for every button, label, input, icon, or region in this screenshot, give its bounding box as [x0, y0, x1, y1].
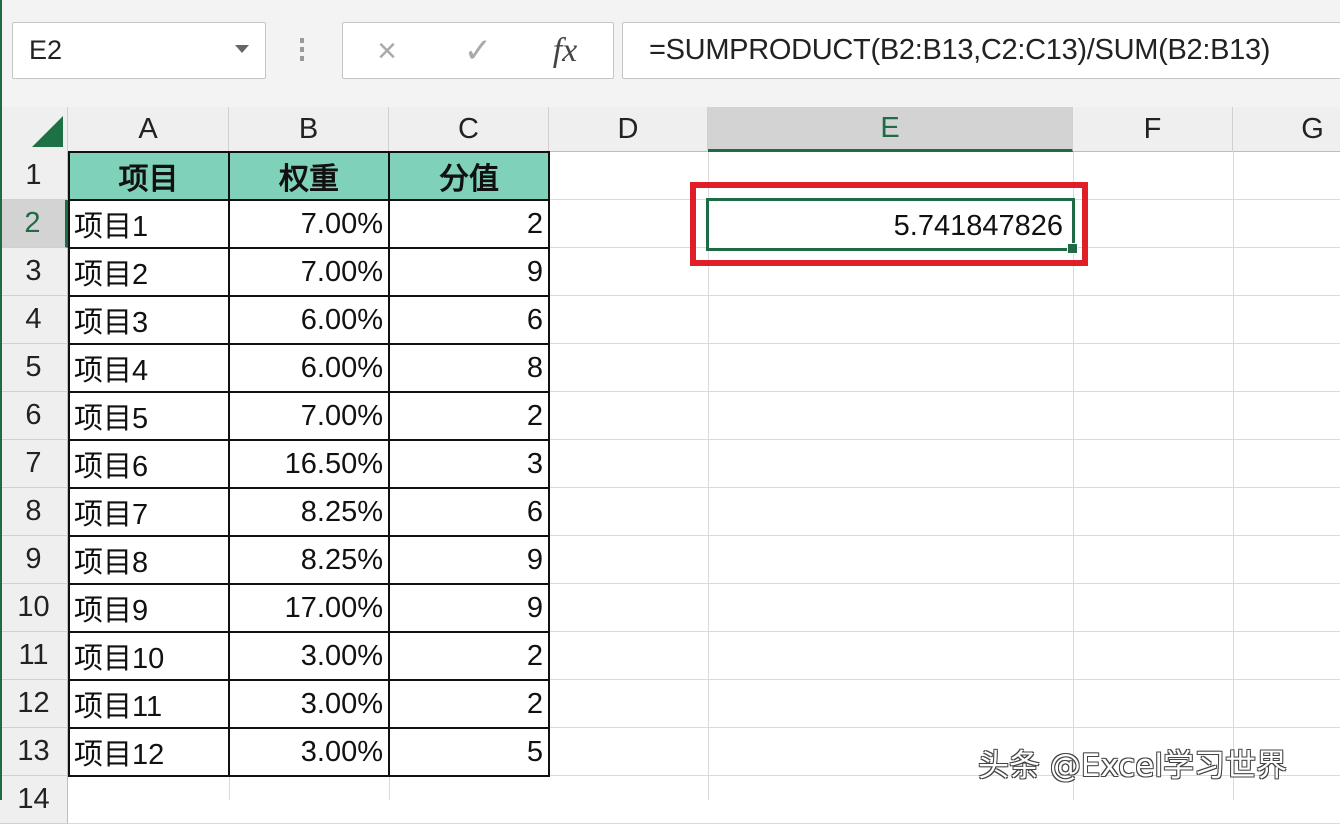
weight-cell[interactable]: 6.00% [229, 344, 389, 392]
table-border [68, 199, 550, 201]
row-header-8[interactable]: 8 [0, 488, 68, 536]
weight-cell[interactable]: 7.00% [229, 200, 389, 248]
row-header-2[interactable]: 2 [0, 200, 68, 248]
active-cell-value: 5.741847826 [893, 210, 1063, 242]
table-border [68, 151, 550, 153]
weight-cell[interactable]: 7.00% [229, 392, 389, 440]
weight-cell[interactable]: 3.00% [229, 680, 389, 728]
column-header-f[interactable]: F [1073, 107, 1233, 152]
formula-buttons: × ✓ fx [342, 22, 614, 79]
row-header-9[interactable]: 9 [0, 536, 68, 584]
score-cell[interactable]: 2 [389, 392, 549, 440]
column-header-b[interactable]: B [229, 107, 389, 152]
table-border [68, 727, 550, 729]
item-cell[interactable]: 项目10 [68, 632, 229, 680]
item-cell[interactable]: 项目7 [68, 488, 229, 536]
row-header-1[interactable]: 1 [0, 152, 68, 200]
item-cell[interactable]: 项目11 [68, 680, 229, 728]
weight-cell[interactable]: 8.25% [229, 536, 389, 584]
score-cell[interactable]: 2 [389, 680, 549, 728]
row-header-10[interactable]: 10 [0, 584, 68, 632]
row-header-6[interactable]: 6 [0, 392, 68, 440]
score-cell[interactable]: 6 [389, 296, 549, 344]
table-border [68, 775, 550, 777]
row-header-5[interactable]: 5 [0, 344, 68, 392]
active-cell-e2[interactable]: 5.741847826 [706, 198, 1078, 254]
table-border [388, 152, 390, 777]
table-border [228, 152, 230, 777]
check-icon[interactable]: ✓ [458, 31, 498, 71]
row-header-7[interactable]: 7 [0, 440, 68, 488]
column-header-c[interactable]: C [389, 107, 549, 152]
item-cell[interactable]: 项目12 [68, 728, 229, 776]
item-cell[interactable]: 项目1 [68, 200, 229, 248]
score-cell[interactable]: 9 [389, 584, 549, 632]
table-border [68, 295, 550, 297]
score-cell[interactable]: 8 [389, 344, 549, 392]
weight-cell[interactable]: 17.00% [229, 584, 389, 632]
cancel-icon[interactable]: × [367, 31, 407, 71]
formula-bar-area: E2 × ✓ fx =SUMPRODUCT(B2:B13,C2:C13)/SUM… [0, 0, 1340, 107]
item-cell[interactable]: 项目5 [68, 392, 229, 440]
name-box[interactable]: E2 [12, 22, 266, 79]
table-border [68, 247, 550, 249]
item-cell[interactable]: 项目3 [68, 296, 229, 344]
table-border [68, 631, 550, 633]
name-box-value: E2 [29, 35, 63, 65]
select-all-triangle-icon [32, 116, 63, 147]
table-header-cell[interactable]: 分值 [389, 152, 549, 200]
score-cell[interactable]: 5 [389, 728, 549, 776]
item-cell[interactable]: 项目2 [68, 248, 229, 296]
weight-cell[interactable]: 7.00% [229, 248, 389, 296]
insert-function-icon[interactable]: fx [545, 31, 585, 71]
formula-text: =SUMPRODUCT(B2:B13,C2:C13)/SUM(B2:B13) [649, 34, 1271, 66]
row-header-3[interactable]: 3 [0, 248, 68, 296]
table-border [68, 152, 70, 777]
score-cell[interactable]: 3 [389, 440, 549, 488]
table-border [68, 343, 550, 345]
item-cell[interactable]: 项目4 [68, 344, 229, 392]
row-header-4[interactable]: 4 [0, 296, 68, 344]
table-border [68, 535, 550, 537]
column-header-d[interactable]: D [549, 107, 708, 152]
drag-grip-icon[interactable] [300, 38, 305, 64]
item-cell[interactable]: 项目6 [68, 440, 229, 488]
item-cell[interactable]: 项目8 [68, 536, 229, 584]
column-header-a[interactable]: A [68, 107, 229, 152]
fill-handle[interactable] [1067, 243, 1078, 254]
row-header-13[interactable]: 13 [0, 728, 68, 776]
weight-cell[interactable]: 16.50% [229, 440, 389, 488]
row-header-14[interactable]: 14 [0, 776, 68, 824]
weight-cell[interactable]: 8.25% [229, 488, 389, 536]
table-border [68, 679, 550, 681]
table-border [68, 487, 550, 489]
weight-cell[interactable]: 6.00% [229, 296, 389, 344]
gridline [1233, 152, 1234, 800]
weight-cell[interactable]: 3.00% [229, 728, 389, 776]
table-border [68, 583, 550, 585]
score-cell[interactable]: 9 [389, 248, 549, 296]
watermark: 头条 @Excel学习世界 [978, 748, 1287, 784]
table-border [68, 391, 550, 393]
row-header-12[interactable]: 12 [0, 680, 68, 728]
formula-input[interactable]: =SUMPRODUCT(B2:B13,C2:C13)/SUM(B2:B13) [622, 22, 1340, 79]
score-cell[interactable]: 2 [389, 200, 549, 248]
column-header-e[interactable]: E [708, 107, 1073, 152]
table-border [68, 439, 550, 441]
table-header-cell[interactable]: 权重 [229, 152, 389, 200]
score-cell[interactable]: 6 [389, 488, 549, 536]
window-left-edge [0, 0, 2, 800]
dropdown-arrow-icon[interactable] [235, 45, 249, 53]
column-header-g[interactable]: G [1233, 107, 1340, 152]
score-cell[interactable]: 9 [389, 536, 549, 584]
weight-cell[interactable]: 3.00% [229, 632, 389, 680]
score-cell[interactable]: 2 [389, 632, 549, 680]
table-border [548, 152, 550, 777]
item-cell[interactable]: 项目9 [68, 584, 229, 632]
table-header-cell[interactable]: 项目 [68, 152, 229, 200]
row-header-11[interactable]: 11 [0, 632, 68, 680]
